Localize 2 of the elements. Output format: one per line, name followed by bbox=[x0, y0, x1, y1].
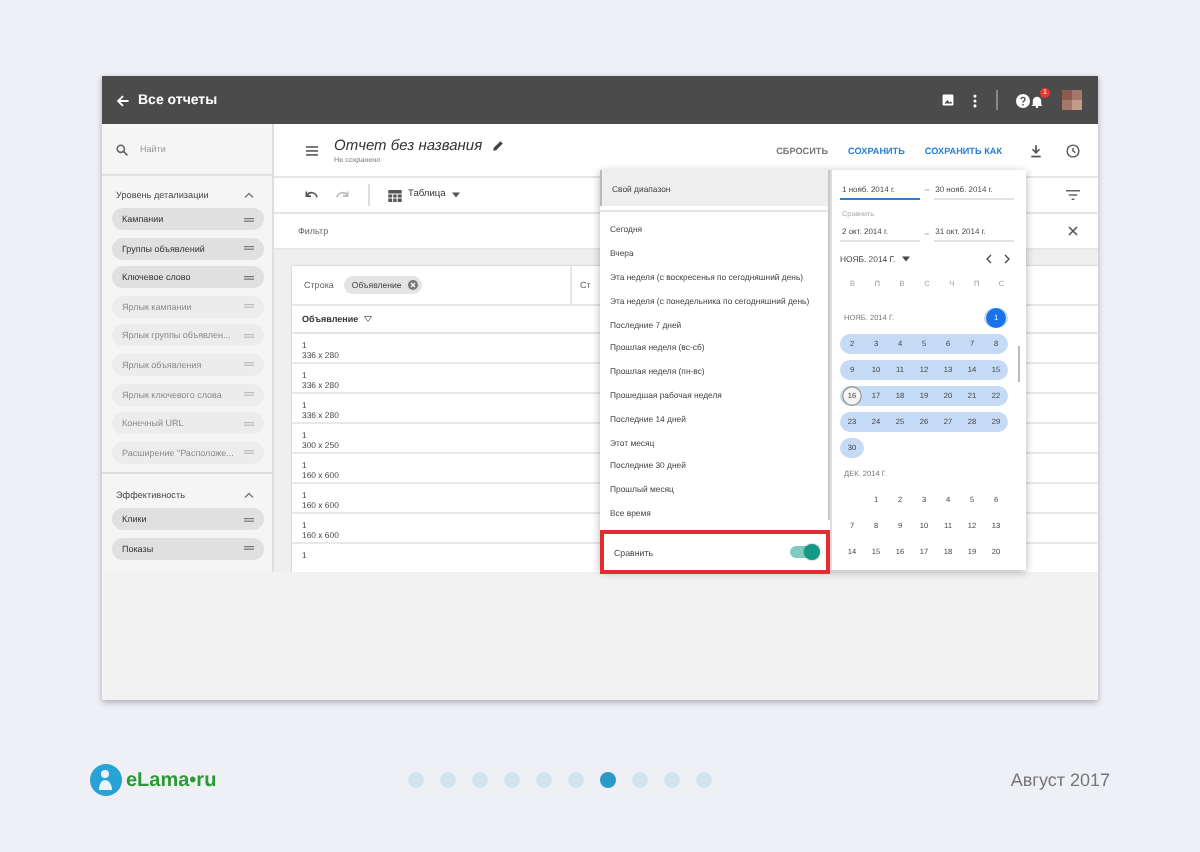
slide-date: Август 2017 bbox=[1008, 770, 1110, 790]
logo-wordmark: eLama•ru bbox=[126, 769, 217, 791]
